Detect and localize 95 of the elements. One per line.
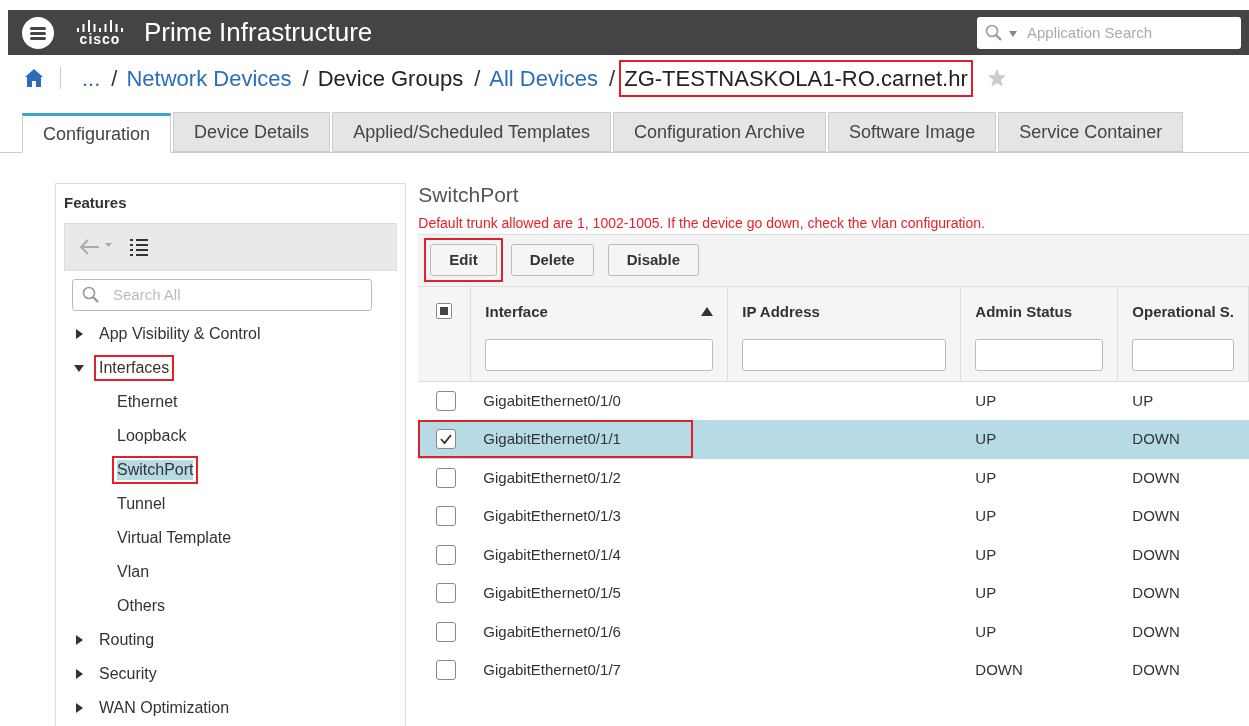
tab[interactable]: Configuration Archive xyxy=(612,112,827,152)
app-title: Prime Infrastructure xyxy=(144,16,373,49)
warning-text: Default trunk allowed are 1, 1002-1005. If the device go down, check the vlan configuration. xyxy=(418,213,986,233)
caret-icon[interactable] xyxy=(1009,30,1017,37)
expand-triangle-icon[interactable] xyxy=(74,328,84,339)
table-cell: DOWN xyxy=(1132,661,1180,678)
tab[interactable]: Device Details xyxy=(173,112,331,152)
toolbar-button[interactable]: Disable xyxy=(607,244,700,276)
checkmark-icon xyxy=(438,432,453,447)
row-checkbox[interactable] xyxy=(435,583,456,604)
tree-item[interactable]: WAN Optimization xyxy=(94,694,235,721)
table-cell: DOWN xyxy=(975,661,1023,678)
table-cell-text: GigabitEthernet0/1/1 xyxy=(483,429,621,449)
table-cell: DOWN xyxy=(1132,545,1180,563)
table-cell: DOWN xyxy=(1132,507,1180,524)
table-cell: DOWN xyxy=(1132,430,1180,447)
tree-item[interactable]: Interfaces xyxy=(94,354,175,381)
tree-item[interactable]: Others xyxy=(117,595,165,616)
breadcrumb-separator: / xyxy=(111,64,118,93)
row-checkbox[interactable] xyxy=(435,621,456,642)
row-checkbox[interactable] xyxy=(435,544,456,565)
tab[interactable]: Applied/Scheduled Templates xyxy=(332,112,611,152)
breadcrumb-separator: / xyxy=(609,64,616,93)
toolbar-button[interactable]: Edit xyxy=(430,244,497,276)
tab[interactable]: Software Image xyxy=(828,112,997,152)
table-cell: UP xyxy=(975,545,997,563)
table-cell: DOWN xyxy=(1132,584,1180,601)
expand-triangle-icon[interactable] xyxy=(74,634,84,645)
search-icon xyxy=(82,285,100,304)
table-cell: DOWN xyxy=(1132,622,1180,640)
breadcrumb-item: Device Groups xyxy=(316,64,465,93)
table-cell: UP xyxy=(975,584,997,601)
tree-item[interactable]: Loopback xyxy=(117,425,187,446)
row-checkbox[interactable] xyxy=(435,660,456,681)
star-icon[interactable] xyxy=(986,68,1007,88)
filter-field[interactable] xyxy=(1132,339,1234,371)
breadcrumb-item: ZG-TESTNASKOLA1-RO.carnet.hr xyxy=(619,59,973,97)
tree-item[interactable]: Routing xyxy=(94,626,160,653)
home-icon[interactable] xyxy=(24,68,44,88)
table-cell-text: GigabitEthernet0/1/6 xyxy=(483,621,621,642)
tree-item[interactable]: Virtual Template xyxy=(117,527,232,548)
table-cell-text: GigabitEthernet0/1/5 xyxy=(483,583,621,603)
table-cell: UP xyxy=(975,507,997,524)
breadcrumb-link[interactable]: Network Devices xyxy=(121,59,297,97)
logo-wordmark: cisco xyxy=(79,31,121,46)
filter-field[interactable] xyxy=(742,339,947,371)
section-title: SwitchPort xyxy=(418,182,520,208)
tree-item[interactable]: Ethernet xyxy=(117,391,178,412)
breadcrumb-link[interactable]: All Devices xyxy=(484,59,604,97)
search-icon xyxy=(985,23,1003,42)
row-checkbox[interactable] xyxy=(435,506,456,527)
filter-field[interactable] xyxy=(975,339,1104,371)
list-icon[interactable] xyxy=(129,236,149,257)
breadcrumb-separator: / xyxy=(474,64,481,93)
table-cell: UP xyxy=(1132,391,1154,409)
table-cell-text: GigabitEthernet0/1/0 xyxy=(483,390,621,411)
search-field[interactable]: Search All xyxy=(72,278,372,311)
tree-item[interactable]: SwitchPort xyxy=(117,459,194,480)
table-cell: UP xyxy=(975,391,997,409)
column-header[interactable]: Operational S. xyxy=(1132,300,1234,323)
breadcrumb-link[interactable]: ... xyxy=(77,59,106,97)
tree-item[interactable]: App Visibility & Control xyxy=(94,320,266,347)
tree-item[interactable]: Vlan xyxy=(117,561,150,582)
table-row[interactable]: GigabitEthernet0/1/1 UP DOWN xyxy=(418,420,1249,459)
tree-item[interactable]: Tunnel xyxy=(117,493,166,514)
select-all-checkbox[interactable] xyxy=(436,302,453,319)
panel-title: Features xyxy=(64,193,128,213)
back-arrow-icon[interactable] xyxy=(79,237,115,256)
toolbar-button[interactable]: Delete xyxy=(510,244,594,276)
table-cell: DOWN xyxy=(1132,468,1180,486)
table-cell: UP xyxy=(975,430,997,447)
sort-ascending-icon[interactable] xyxy=(701,307,714,317)
row-checkbox[interactable] xyxy=(435,429,456,450)
expand-triangle-icon[interactable] xyxy=(74,668,84,679)
filter-field[interactable] xyxy=(485,339,714,371)
table-cell: UP xyxy=(975,468,997,486)
table-cell-text: GigabitEthernet0/1/2 xyxy=(483,467,621,488)
tab[interactable]: Configuration xyxy=(22,113,172,153)
menu-icon[interactable] xyxy=(22,16,54,49)
table-cell-text: GigabitEthernet0/1/4 xyxy=(483,544,621,565)
expand-triangle-icon[interactable] xyxy=(74,702,84,713)
application-search-field[interactable]: Application Search xyxy=(977,16,1241,49)
table-cell-text: GigabitEthernet0/1/3 xyxy=(483,506,621,526)
row-checkbox[interactable] xyxy=(435,390,456,411)
row-checkbox[interactable] xyxy=(435,467,456,488)
tab[interactable]: Service Container xyxy=(998,112,1184,152)
column-header[interactable]: Admin Status xyxy=(975,300,1072,323)
table-cell-text: GigabitEthernet0/1/7 xyxy=(483,660,621,680)
table-cell: UP xyxy=(975,622,997,640)
column-header[interactable]: IP Address xyxy=(742,300,820,323)
collapse-triangle-icon[interactable] xyxy=(74,362,84,373)
breadcrumb-separator: / xyxy=(302,64,309,93)
tree-item[interactable]: Security xyxy=(94,660,162,687)
column-header[interactable]: Interface xyxy=(485,300,548,323)
logo-bars-icon xyxy=(75,19,125,32)
